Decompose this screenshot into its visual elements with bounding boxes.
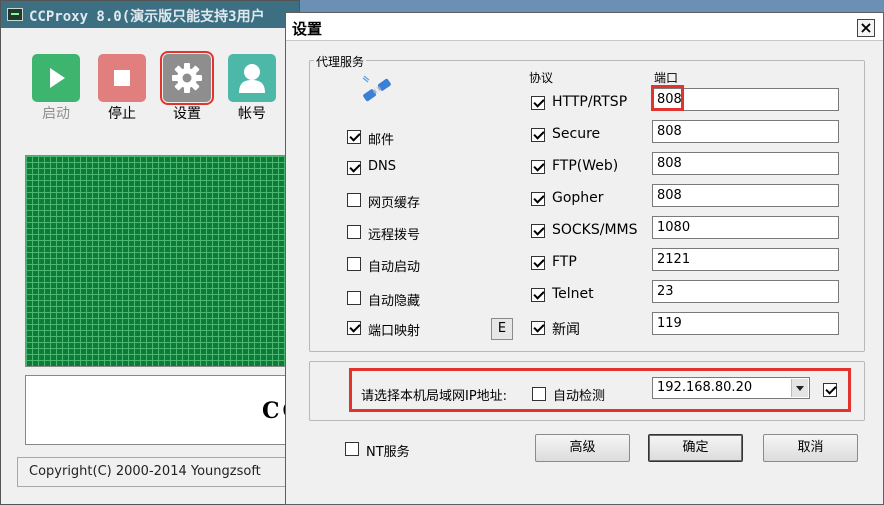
gopher-port-input[interactable]: 808 xyxy=(652,184,839,207)
close-button[interactable]: × xyxy=(857,19,875,37)
log-panel: CC xyxy=(25,375,300,445)
web-cache-checkbox[interactable] xyxy=(347,193,361,207)
auto-hide-label: 自动隐藏 xyxy=(368,294,421,309)
ok-button[interactable]: 确定 xyxy=(648,434,743,462)
gopher-checkbox[interactable] xyxy=(531,192,545,206)
telnet-port-input[interactable]: 23 xyxy=(652,280,839,303)
ip-extra-checkbox[interactable] xyxy=(823,383,837,397)
ftp-web-checkbox[interactable] xyxy=(531,160,545,174)
port-column-header: 端口 xyxy=(654,71,679,85)
mail-checkbox[interactable] xyxy=(347,130,361,144)
news-label: 新闻 xyxy=(552,322,580,338)
ftp-label: FTP xyxy=(552,254,577,270)
dialog-title-bar[interactable]: 设置 × xyxy=(286,13,883,41)
port-mapping-edit-button[interactable]: E xyxy=(491,318,513,340)
main-title-bar[interactable]: CCProxy 8.0(演示版只能支持3用户 xyxy=(1,1,299,28)
ftp-web-port-input[interactable]: 808 xyxy=(652,152,839,175)
stop-button[interactable]: 停止 xyxy=(97,54,147,123)
gear-icon xyxy=(160,51,214,105)
settings-label: 设置 xyxy=(173,106,201,122)
remote-dial-label: 远程拨号 xyxy=(368,228,421,243)
port-mapping-checkbox[interactable] xyxy=(347,321,361,335)
port-highlight-box xyxy=(651,85,684,111)
auto-hide-checkbox[interactable] xyxy=(347,291,361,305)
play-icon xyxy=(32,54,80,102)
telnet-label: Telnet xyxy=(552,286,594,302)
copyright-text: Copyright(C) 2000-2014 Youngzsoft xyxy=(29,464,261,479)
proxy-services-group-label: 代理服务 xyxy=(314,53,367,70)
start-label: 启动 xyxy=(42,106,70,122)
nt-service-label: NT服务 xyxy=(366,445,410,460)
http-rtsp-label: HTTP/RTSP xyxy=(552,94,628,110)
gopher-label: Gopher xyxy=(552,190,604,206)
lan-ip-label: 请选择本机局域网IP地址: xyxy=(361,389,508,404)
news-checkbox[interactable] xyxy=(531,321,545,335)
news-port-input[interactable]: 119 xyxy=(652,312,839,335)
auto-start-label: 自动启动 xyxy=(368,260,421,275)
auto-start-checkbox[interactable] xyxy=(347,257,361,271)
user-icon xyxy=(228,54,276,102)
secure-port-input[interactable]: 808 xyxy=(652,120,839,143)
network-plug-icon xyxy=(362,75,391,102)
socks-mms-label: SOCKS/MMS xyxy=(552,222,638,238)
socks-mms-checkbox[interactable] xyxy=(531,224,545,238)
http-rtsp-checkbox[interactable] xyxy=(531,96,545,110)
start-button[interactable]: 启动 xyxy=(31,54,81,123)
cancel-button[interactable]: 取消 xyxy=(763,434,858,462)
secure-checkbox[interactable] xyxy=(531,128,545,142)
remote-dial-checkbox[interactable] xyxy=(347,225,361,239)
socks-mms-port-input[interactable]: 1080 xyxy=(652,216,839,239)
account-label: 帐号 xyxy=(238,106,266,122)
port-mapping-label: 端口映射 xyxy=(368,324,421,339)
nt-service-checkbox[interactable] xyxy=(345,442,359,456)
stop-icon xyxy=(98,54,146,102)
dialog-title: 设置 xyxy=(292,20,323,38)
ftp-port-input[interactable]: 2121 xyxy=(652,248,839,271)
protocol-column-header: 协议 xyxy=(529,71,554,85)
dns-label: DNS xyxy=(368,159,396,174)
close-icon: × xyxy=(859,18,873,37)
auto-detect-label: 自动检测 xyxy=(553,389,606,404)
mail-label: 邮件 xyxy=(368,133,395,148)
web-cache-label: 网页缓存 xyxy=(368,196,421,211)
settings-button[interactable]: 设置 xyxy=(160,51,214,123)
dns-checkbox[interactable] xyxy=(347,161,361,175)
app-monitor-icon xyxy=(7,8,23,21)
secure-label: Secure xyxy=(552,126,601,142)
auto-detect-checkbox[interactable] xyxy=(532,387,546,401)
ftp-web-label: FTP(Web) xyxy=(552,158,619,174)
status-bar: Copyright(C) 2000-2014 Youngzsoft xyxy=(17,457,299,487)
chevron-down-icon[interactable] xyxy=(791,379,808,397)
traffic-monitor-graph xyxy=(25,155,295,367)
lan-ip-value: 192.168.80.20 xyxy=(657,380,753,395)
advanced-button[interactable]: 高级 xyxy=(535,434,630,462)
settings-dialog: 设置 × 代理服务 协议 端口 邮件 DNS 网页缓存 远程拨号 自动启动 自动… xyxy=(285,12,884,505)
lan-ip-select[interactable]: 192.168.80.20 xyxy=(652,377,810,399)
ccproxy-main-window: CCProxy 8.0(演示版只能支持3用户 启动 停止 设置 帐号 CC Co… xyxy=(0,0,300,505)
stop-label: 停止 xyxy=(108,106,136,122)
telnet-checkbox[interactable] xyxy=(531,288,545,302)
account-button[interactable]: 帐号 xyxy=(227,54,277,123)
ftp-checkbox[interactable] xyxy=(531,256,545,270)
main-window-title: CCProxy 8.0(演示版只能支持3用户 xyxy=(29,9,265,25)
